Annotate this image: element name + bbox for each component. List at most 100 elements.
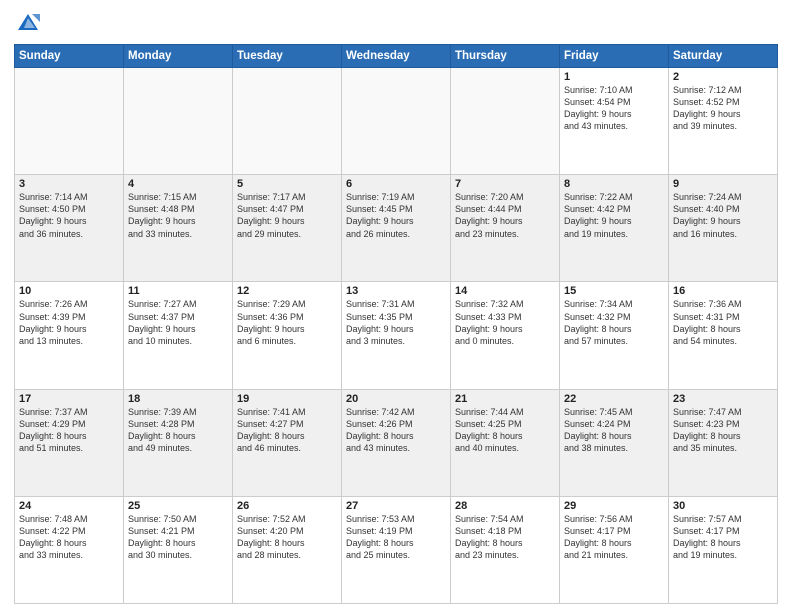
calendar-day-cell: 10Sunrise: 7:26 AM Sunset: 4:39 PM Dayli… [15, 282, 124, 389]
day-number: 1 [564, 71, 664, 83]
calendar-day-cell: 12Sunrise: 7:29 AM Sunset: 4:36 PM Dayli… [233, 282, 342, 389]
day-info: Sunrise: 7:10 AM Sunset: 4:54 PM Dayligh… [564, 84, 664, 133]
calendar-week-row: 1Sunrise: 7:10 AM Sunset: 4:54 PM Daylig… [15, 68, 778, 175]
day-info: Sunrise: 7:41 AM Sunset: 4:27 PM Dayligh… [237, 406, 337, 455]
calendar-day-cell: 1Sunrise: 7:10 AM Sunset: 4:54 PM Daylig… [560, 68, 669, 175]
calendar-day-cell: 30Sunrise: 7:57 AM Sunset: 4:17 PM Dayli… [669, 496, 778, 603]
day-number: 21 [455, 393, 555, 405]
day-info: Sunrise: 7:48 AM Sunset: 4:22 PM Dayligh… [19, 513, 119, 562]
calendar-day-cell: 22Sunrise: 7:45 AM Sunset: 4:24 PM Dayli… [560, 389, 669, 496]
calendar-day-cell: 27Sunrise: 7:53 AM Sunset: 4:19 PM Dayli… [342, 496, 451, 603]
day-number: 28 [455, 500, 555, 512]
day-info: Sunrise: 7:27 AM Sunset: 4:37 PM Dayligh… [128, 298, 228, 347]
calendar-table: SundayMondayTuesdayWednesdayThursdayFrid… [14, 44, 778, 604]
day-info: Sunrise: 7:45 AM Sunset: 4:24 PM Dayligh… [564, 406, 664, 455]
calendar-day-cell: 20Sunrise: 7:42 AM Sunset: 4:26 PM Dayli… [342, 389, 451, 496]
day-number: 20 [346, 393, 446, 405]
calendar-day-cell: 16Sunrise: 7:36 AM Sunset: 4:31 PM Dayli… [669, 282, 778, 389]
calendar-day-header: Wednesday [342, 45, 451, 68]
day-number: 13 [346, 285, 446, 297]
calendar-day-header: Thursday [451, 45, 560, 68]
calendar-day-cell: 26Sunrise: 7:52 AM Sunset: 4:20 PM Dayli… [233, 496, 342, 603]
calendar-day-cell: 23Sunrise: 7:47 AM Sunset: 4:23 PM Dayli… [669, 389, 778, 496]
calendar-day-cell: 5Sunrise: 7:17 AM Sunset: 4:47 PM Daylig… [233, 175, 342, 282]
calendar-day-cell [233, 68, 342, 175]
calendar-day-cell: 11Sunrise: 7:27 AM Sunset: 4:37 PM Dayli… [124, 282, 233, 389]
day-info: Sunrise: 7:29 AM Sunset: 4:36 PM Dayligh… [237, 298, 337, 347]
calendar-day-cell: 17Sunrise: 7:37 AM Sunset: 4:29 PM Dayli… [15, 389, 124, 496]
day-info: Sunrise: 7:52 AM Sunset: 4:20 PM Dayligh… [237, 513, 337, 562]
day-info: Sunrise: 7:37 AM Sunset: 4:29 PM Dayligh… [19, 406, 119, 455]
day-info: Sunrise: 7:26 AM Sunset: 4:39 PM Dayligh… [19, 298, 119, 347]
day-number: 29 [564, 500, 664, 512]
calendar-week-row: 10Sunrise: 7:26 AM Sunset: 4:39 PM Dayli… [15, 282, 778, 389]
day-info: Sunrise: 7:42 AM Sunset: 4:26 PM Dayligh… [346, 406, 446, 455]
day-number: 7 [455, 178, 555, 190]
logo [14, 10, 46, 38]
day-number: 6 [346, 178, 446, 190]
day-number: 23 [673, 393, 773, 405]
calendar-day-cell: 24Sunrise: 7:48 AM Sunset: 4:22 PM Dayli… [15, 496, 124, 603]
day-number: 12 [237, 285, 337, 297]
page: SundayMondayTuesdayWednesdayThursdayFrid… [0, 0, 792, 612]
calendar-day-cell: 13Sunrise: 7:31 AM Sunset: 4:35 PM Dayli… [342, 282, 451, 389]
calendar-day-cell: 3Sunrise: 7:14 AM Sunset: 4:50 PM Daylig… [15, 175, 124, 282]
day-number: 30 [673, 500, 773, 512]
calendar-day-cell [451, 68, 560, 175]
day-info: Sunrise: 7:17 AM Sunset: 4:47 PM Dayligh… [237, 191, 337, 240]
calendar-day-cell: 7Sunrise: 7:20 AM Sunset: 4:44 PM Daylig… [451, 175, 560, 282]
day-info: Sunrise: 7:54 AM Sunset: 4:18 PM Dayligh… [455, 513, 555, 562]
calendar-day-cell: 14Sunrise: 7:32 AM Sunset: 4:33 PM Dayli… [451, 282, 560, 389]
calendar-day-cell: 25Sunrise: 7:50 AM Sunset: 4:21 PM Dayli… [124, 496, 233, 603]
day-number: 15 [564, 285, 664, 297]
day-info: Sunrise: 7:44 AM Sunset: 4:25 PM Dayligh… [455, 406, 555, 455]
day-number: 14 [455, 285, 555, 297]
day-number: 11 [128, 285, 228, 297]
calendar-day-cell: 6Sunrise: 7:19 AM Sunset: 4:45 PM Daylig… [342, 175, 451, 282]
day-info: Sunrise: 7:47 AM Sunset: 4:23 PM Dayligh… [673, 406, 773, 455]
day-number: 24 [19, 500, 119, 512]
day-info: Sunrise: 7:56 AM Sunset: 4:17 PM Dayligh… [564, 513, 664, 562]
calendar-day-cell [124, 68, 233, 175]
day-number: 9 [673, 178, 773, 190]
calendar-day-cell: 21Sunrise: 7:44 AM Sunset: 4:25 PM Dayli… [451, 389, 560, 496]
day-info: Sunrise: 7:22 AM Sunset: 4:42 PM Dayligh… [564, 191, 664, 240]
calendar-day-cell: 9Sunrise: 7:24 AM Sunset: 4:40 PM Daylig… [669, 175, 778, 282]
day-number: 5 [237, 178, 337, 190]
day-number: 4 [128, 178, 228, 190]
day-info: Sunrise: 7:12 AM Sunset: 4:52 PM Dayligh… [673, 84, 773, 133]
calendar-week-row: 17Sunrise: 7:37 AM Sunset: 4:29 PM Dayli… [15, 389, 778, 496]
calendar-day-cell: 29Sunrise: 7:56 AM Sunset: 4:17 PM Dayli… [560, 496, 669, 603]
day-info: Sunrise: 7:32 AM Sunset: 4:33 PM Dayligh… [455, 298, 555, 347]
calendar-day-header: Friday [560, 45, 669, 68]
calendar-header-row: SundayMondayTuesdayWednesdayThursdayFrid… [15, 45, 778, 68]
calendar-day-cell: 2Sunrise: 7:12 AM Sunset: 4:52 PM Daylig… [669, 68, 778, 175]
day-number: 2 [673, 71, 773, 83]
logo-icon [14, 10, 42, 38]
calendar-day-cell: 15Sunrise: 7:34 AM Sunset: 4:32 PM Dayli… [560, 282, 669, 389]
day-info: Sunrise: 7:36 AM Sunset: 4:31 PM Dayligh… [673, 298, 773, 347]
calendar-day-cell: 8Sunrise: 7:22 AM Sunset: 4:42 PM Daylig… [560, 175, 669, 282]
calendar-day-header: Monday [124, 45, 233, 68]
day-info: Sunrise: 7:19 AM Sunset: 4:45 PM Dayligh… [346, 191, 446, 240]
day-number: 17 [19, 393, 119, 405]
day-number: 19 [237, 393, 337, 405]
day-number: 8 [564, 178, 664, 190]
header [14, 10, 778, 38]
calendar-day-header: Sunday [15, 45, 124, 68]
day-info: Sunrise: 7:53 AM Sunset: 4:19 PM Dayligh… [346, 513, 446, 562]
day-info: Sunrise: 7:24 AM Sunset: 4:40 PM Dayligh… [673, 191, 773, 240]
calendar-day-cell: 19Sunrise: 7:41 AM Sunset: 4:27 PM Dayli… [233, 389, 342, 496]
day-number: 18 [128, 393, 228, 405]
day-info: Sunrise: 7:14 AM Sunset: 4:50 PM Dayligh… [19, 191, 119, 240]
calendar-day-cell [342, 68, 451, 175]
day-info: Sunrise: 7:57 AM Sunset: 4:17 PM Dayligh… [673, 513, 773, 562]
day-info: Sunrise: 7:15 AM Sunset: 4:48 PM Dayligh… [128, 191, 228, 240]
day-info: Sunrise: 7:34 AM Sunset: 4:32 PM Dayligh… [564, 298, 664, 347]
calendar-day-header: Saturday [669, 45, 778, 68]
calendar-week-row: 3Sunrise: 7:14 AM Sunset: 4:50 PM Daylig… [15, 175, 778, 282]
day-number: 3 [19, 178, 119, 190]
calendar-day-cell: 18Sunrise: 7:39 AM Sunset: 4:28 PM Dayli… [124, 389, 233, 496]
calendar-day-cell: 28Sunrise: 7:54 AM Sunset: 4:18 PM Dayli… [451, 496, 560, 603]
day-info: Sunrise: 7:39 AM Sunset: 4:28 PM Dayligh… [128, 406, 228, 455]
